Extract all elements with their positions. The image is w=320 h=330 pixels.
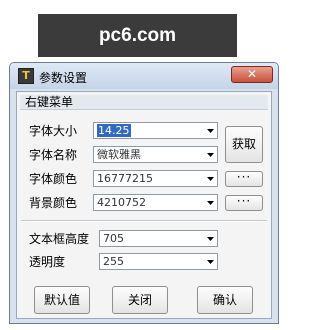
background-color-dropdown[interactable]: 4210752 — [93, 194, 218, 211]
font-size-label: 字体大小 — [29, 124, 78, 138]
textbox-height-label: 文本框高度 — [29, 232, 90, 246]
section-header-context-menu: 右键菜单 — [20, 95, 268, 110]
font-color-picker-button[interactable]: ··· — [225, 171, 263, 187]
settings-dialog: T 参数设置 ✕ 右键菜单 字体大小 14.25 字体名称 微软雅黑 字体颜色 … — [9, 62, 279, 324]
dialog-client-area: 右键菜单 字体大小 14.25 字体名称 微软雅黑 字体颜色 16777215 … — [16, 91, 272, 319]
dropdown-arrow-icon[interactable] — [205, 173, 215, 184]
font-size-dropdown[interactable]: 14.25 — [93, 122, 218, 139]
watermark-text: pc6.com — [98, 24, 177, 46]
close-button[interactable]: 关闭 — [112, 286, 168, 314]
dropdown-arrow-icon[interactable] — [205, 149, 215, 160]
textbox-height-dropdown[interactable]: 705 — [99, 230, 218, 247]
opacity-label: 透明度 — [29, 255, 66, 269]
background-color-value: 4210752 — [97, 196, 146, 209]
default-button[interactable]: 默认值 — [34, 286, 90, 314]
fetch-button[interactable]: 获取 — [225, 126, 263, 163]
font-color-value: 16777215 — [97, 172, 153, 185]
font-color-label: 字体颜色 — [29, 172, 78, 186]
opacity-dropdown[interactable]: 255 — [99, 253, 218, 270]
window-title: 参数设置 — [39, 71, 88, 85]
title-bar[interactable]: T 参数设置 ✕ — [10, 63, 278, 89]
opacity-value: 255 — [103, 255, 124, 268]
dropdown-arrow-icon[interactable] — [205, 125, 215, 136]
font-size-value: 14.25 — [97, 124, 131, 137]
app-icon: T — [18, 68, 34, 84]
section-divider — [21, 220, 267, 222]
dropdown-arrow-icon[interactable] — [205, 197, 215, 208]
watermark-banner: pc6.com — [38, 14, 237, 57]
confirm-button[interactable]: 确认 — [197, 286, 253, 314]
textbox-height-value: 705 — [103, 232, 124, 245]
font-name-dropdown[interactable]: 微软雅黑 — [93, 146, 218, 163]
close-icon: ✕ — [246, 67, 258, 81]
close-window-button[interactable]: ✕ — [231, 66, 273, 83]
dropdown-arrow-icon[interactable] — [205, 256, 215, 267]
font-color-dropdown[interactable]: 16777215 — [93, 170, 218, 187]
font-name-value: 微软雅黑 — [97, 148, 141, 161]
dropdown-arrow-icon[interactable] — [205, 233, 215, 244]
font-name-label: 字体名称 — [29, 148, 78, 162]
background-color-picker-button[interactable]: ··· — [225, 195, 263, 211]
background-color-label: 背景颜色 — [29, 196, 78, 210]
